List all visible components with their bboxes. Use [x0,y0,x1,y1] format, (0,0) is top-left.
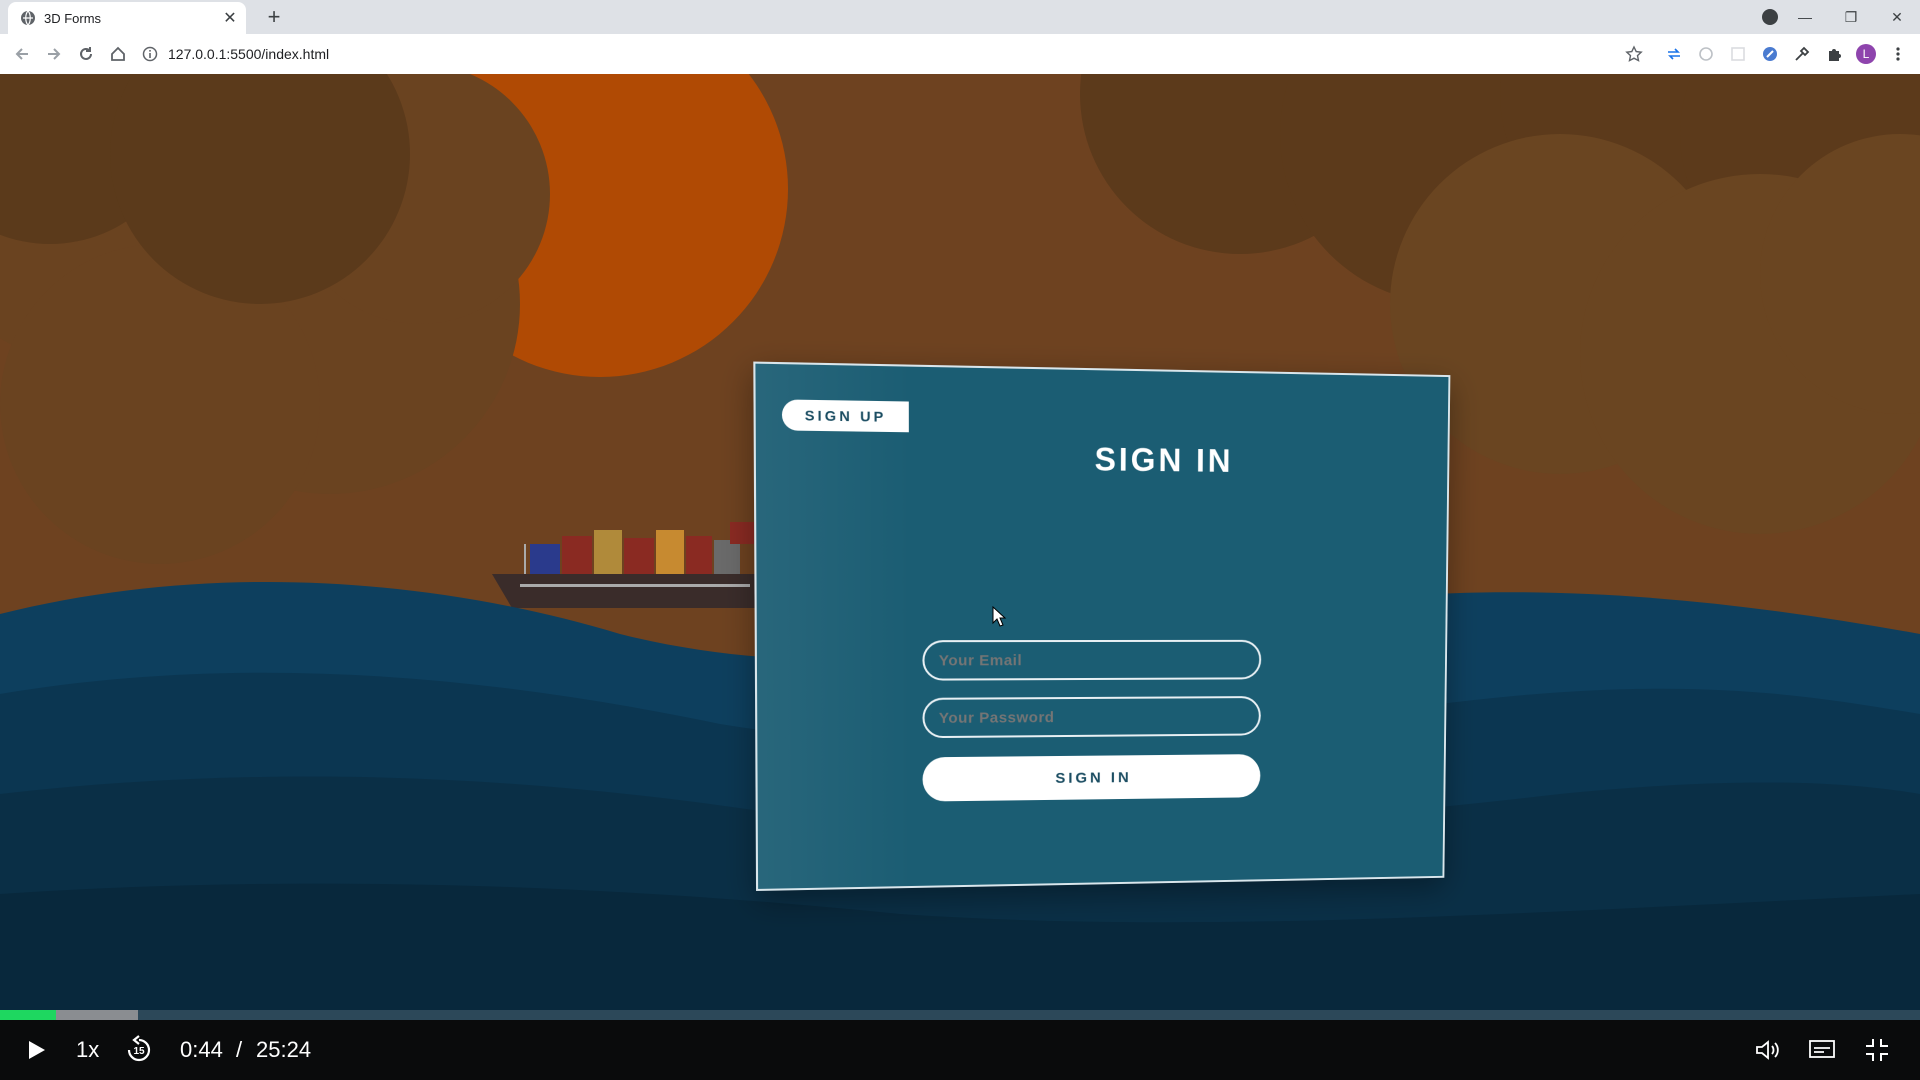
home-icon[interactable] [106,42,130,66]
new-tab-icon[interactable]: + [260,4,288,29]
page-scene: SIGN UP SIGN IN SIGN IN [0,74,1920,1020]
signin-title: SIGN IN [1094,441,1234,479]
time-separator: / [236,1037,243,1062]
menu-kebab-icon[interactable] [1886,42,1910,66]
extensions-puzzle-icon[interactable] [1822,42,1846,66]
duration: 25:24 [256,1037,312,1062]
extension-circle-icon[interactable] [1694,42,1718,66]
window-controls: — ❐ ✕ [1782,0,1920,34]
address-bar[interactable]: 127.0.0.1:5500/index.html [142,40,1712,68]
exit-fullscreen-icon[interactable] [1864,1020,1890,1080]
current-time: 0:44 [180,1037,223,1062]
extension-square-icon[interactable] [1726,42,1750,66]
eyedropper-icon[interactable] [1790,42,1814,66]
bookmark-star-icon[interactable] [1622,42,1646,66]
extension-arrows-icon[interactable] [1662,42,1686,66]
video-progress-bar[interactable] [0,1010,1920,1020]
email-field[interactable] [922,639,1262,681]
minimize-icon[interactable]: — [1782,0,1828,34]
signup-toggle-button[interactable]: SIGN UP [781,399,909,433]
rewind-15-icon[interactable]: 15 [124,1020,154,1080]
forward-icon[interactable] [42,42,66,66]
svg-text:15: 15 [133,1046,145,1057]
tab-close-icon[interactable]: ✕ [218,6,242,30]
restore-icon[interactable]: ❐ [1828,0,1874,34]
url-text: 127.0.0.1:5500/index.html [168,46,330,62]
volume-icon[interactable] [1754,1020,1782,1080]
browser-toolbar: 127.0.0.1:5500/index.html L [0,34,1920,75]
play-icon[interactable] [24,1020,48,1080]
video-player-controls: 1x 15 0:44 / 25:24 [0,1020,1920,1080]
password-field[interactable] [922,696,1261,739]
reload-icon[interactable] [74,42,98,66]
signin-submit-button[interactable]: SIGN IN [922,754,1261,802]
close-window-icon[interactable]: ✕ [1874,0,1920,34]
profile-avatar[interactable]: L [1854,42,1878,66]
browser-tabbar: 3D Forms ✕ + — ❐ ✕ [0,0,1920,34]
extension-blue-icon[interactable] [1758,42,1782,66]
captions-icon[interactable] [1808,1020,1836,1080]
signin-card: SIGN UP SIGN IN SIGN IN [753,361,1451,891]
tab-search-icon[interactable] [1762,9,1778,25]
signup-panel-ghost [755,363,913,889]
mouse-cursor-icon [992,606,1007,627]
browser-tab[interactable]: 3D Forms ✕ [8,2,246,34]
back-icon[interactable] [10,42,34,66]
played-fill [0,1010,56,1020]
tab-title: 3D Forms [44,10,102,26]
info-icon[interactable] [142,46,158,62]
globe-icon [21,10,35,26]
playback-speed-button[interactable]: 1x [76,1020,99,1080]
